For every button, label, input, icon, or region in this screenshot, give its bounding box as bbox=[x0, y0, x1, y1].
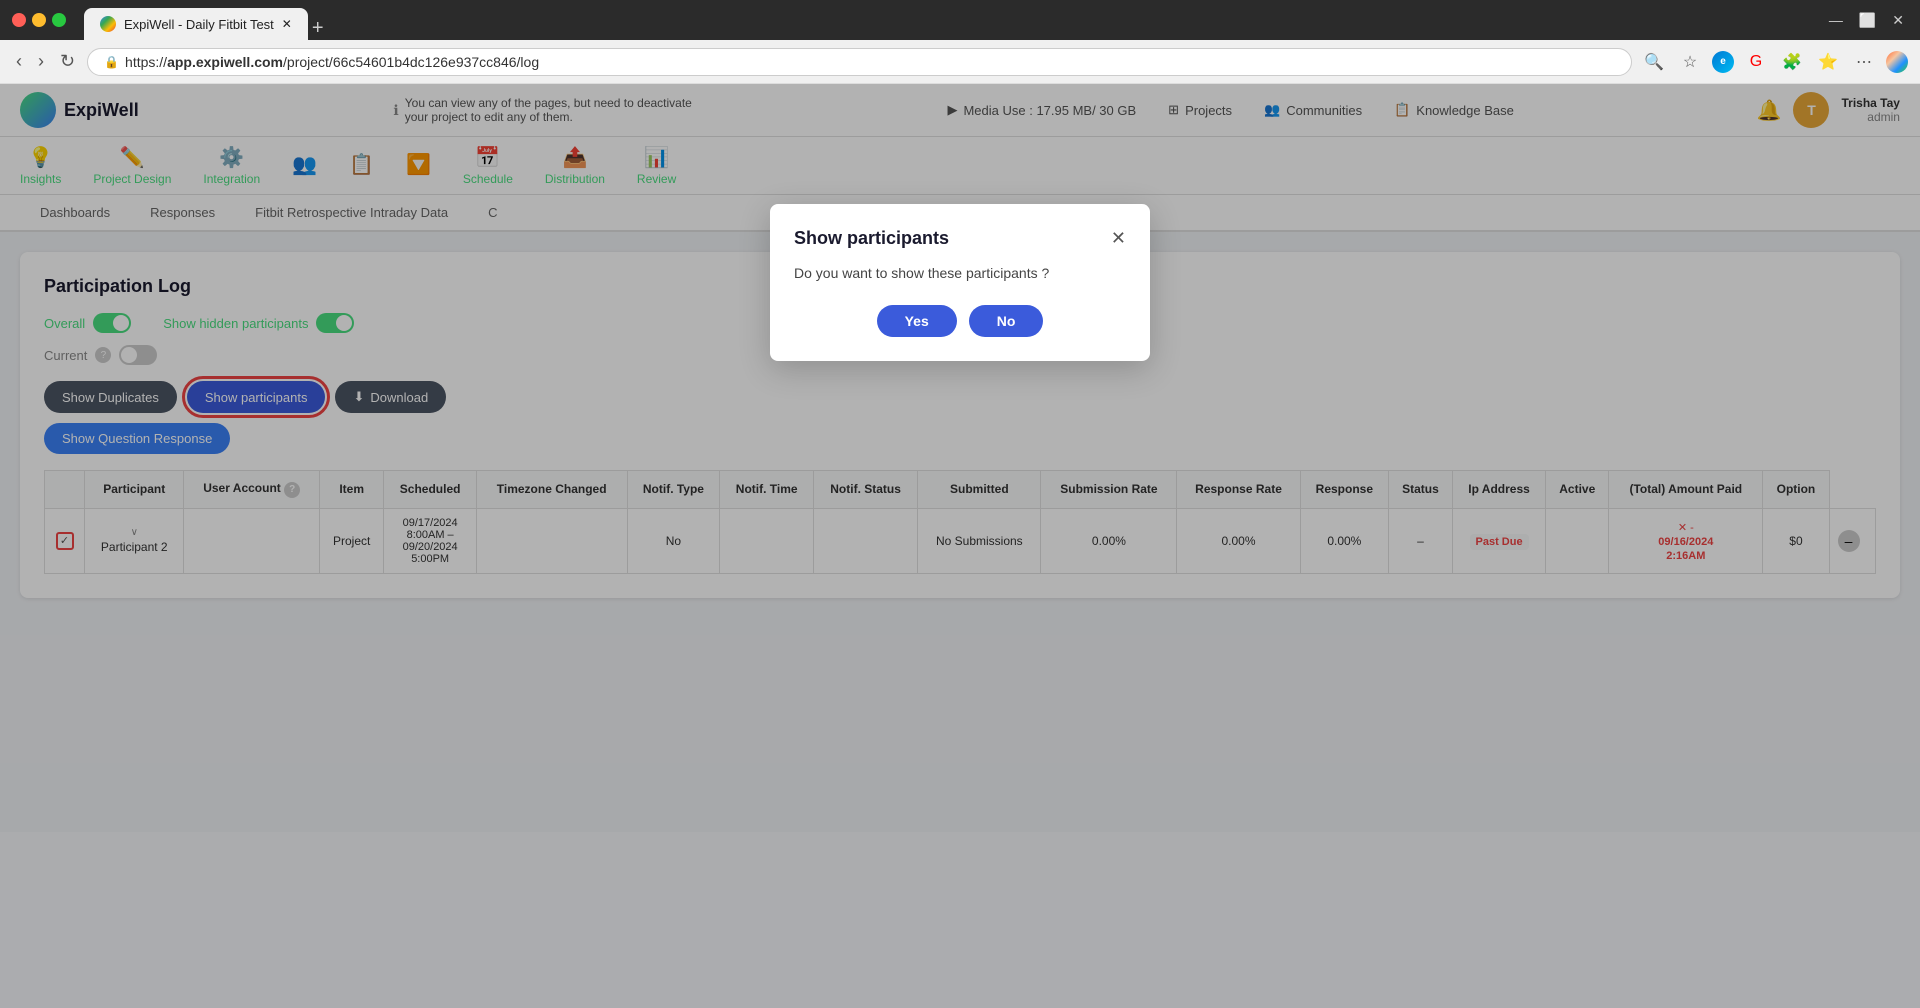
modal-yes-button[interactable]: Yes bbox=[877, 305, 957, 337]
modal-header: Show participants ✕ bbox=[794, 228, 1126, 249]
search-icon-button[interactable]: 🔍 bbox=[1640, 48, 1668, 76]
favorites-icon[interactable]: ⭐ bbox=[1814, 48, 1842, 76]
modal-overlay: Show participants ✕ Do you want to show … bbox=[0, 84, 1920, 1008]
grammarly-icon[interactable]: G bbox=[1742, 48, 1770, 76]
tab-title: ExpiWell - Daily Fitbit Test bbox=[124, 17, 274, 32]
active-browser-tab[interactable]: ExpiWell - Daily Fitbit Test ✕ bbox=[84, 8, 308, 40]
browser-toolbar: ‹ › ↻ 🔒 https://app.expiwell.com/project… bbox=[0, 40, 1920, 84]
tab-favicon bbox=[100, 16, 116, 32]
window-controls bbox=[12, 13, 66, 27]
minimize-window-button[interactable] bbox=[32, 13, 46, 27]
profile-icon[interactable]: e bbox=[1712, 51, 1734, 73]
star-icon-button[interactable]: ☆ bbox=[1676, 48, 1704, 76]
address-text: https://app.expiwell.com/project/66c5460… bbox=[125, 54, 539, 70]
browser-close-button[interactable]: ✕ bbox=[1888, 8, 1908, 33]
new-tab-button[interactable]: + bbox=[312, 17, 324, 40]
browser-tab-bar: ExpiWell - Daily Fitbit Test ✕ + bbox=[84, 0, 1817, 40]
maximize-window-button[interactable] bbox=[52, 13, 66, 27]
browser-toolbar-actions: 🔍 ☆ e G 🧩 ⭐ ⋯ bbox=[1640, 48, 1908, 76]
browser-profile-icon[interactable] bbox=[1886, 51, 1908, 73]
app-container: ExpiWell ℹ You can view any of the pages… bbox=[0, 84, 1920, 1008]
modal-body: Do you want to show these participants ? bbox=[794, 265, 1126, 281]
modal-no-button[interactable]: No bbox=[969, 305, 1044, 337]
reload-button[interactable]: ↻ bbox=[56, 47, 79, 76]
modal-body-text: Do you want to show these participants ? bbox=[794, 265, 1126, 281]
extensions-icon[interactable]: 🧩 bbox=[1778, 48, 1806, 76]
more-options-button[interactable]: ⋯ bbox=[1850, 48, 1878, 76]
show-participants-modal: Show participants ✕ Do you want to show … bbox=[770, 204, 1150, 361]
modal-title: Show participants bbox=[794, 228, 949, 249]
lock-icon: 🔒 bbox=[104, 55, 119, 69]
modal-actions: Yes No bbox=[794, 305, 1126, 337]
forward-button[interactable]: › bbox=[34, 47, 48, 76]
browser-minimize-button[interactable]: — bbox=[1825, 8, 1847, 32]
browser-titlebar: ExpiWell - Daily Fitbit Test ✕ + — ⬜ ✕ bbox=[0, 0, 1920, 40]
close-window-button[interactable] bbox=[12, 13, 26, 27]
address-bar[interactable]: 🔒 https://app.expiwell.com/project/66c54… bbox=[87, 48, 1632, 76]
modal-close-button[interactable]: ✕ bbox=[1111, 228, 1126, 249]
tab-close-button[interactable]: ✕ bbox=[282, 17, 292, 31]
back-button[interactable]: ‹ bbox=[12, 47, 26, 76]
browser-restore-button[interactable]: ⬜ bbox=[1855, 8, 1880, 33]
